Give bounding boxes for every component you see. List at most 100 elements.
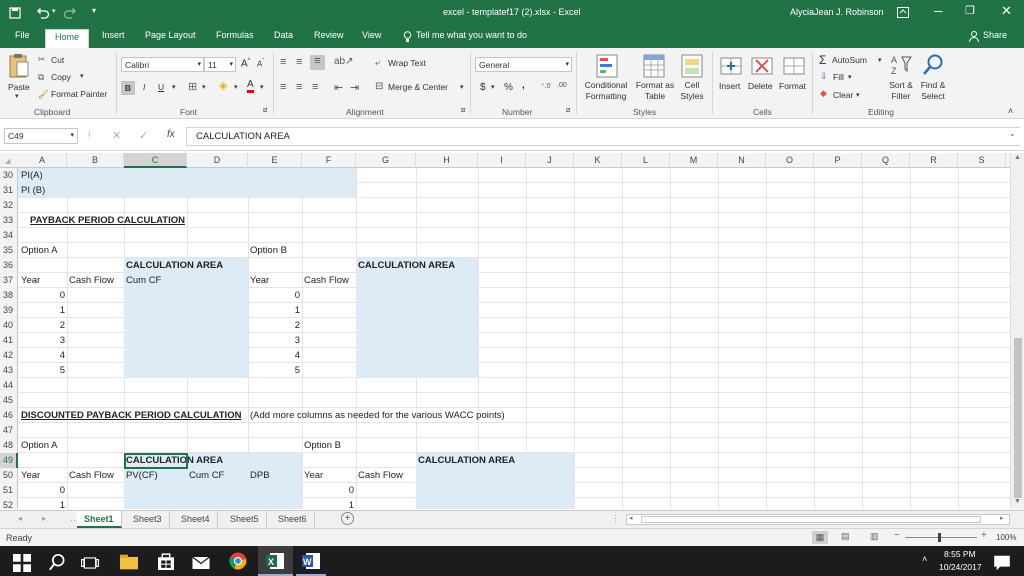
search-icon[interactable] — [48, 553, 66, 571]
row-header[interactable]: 39 — [0, 303, 18, 318]
cell-b37[interactable]: Cash Flow — [69, 273, 114, 288]
cell-e40[interactable]: 2 — [248, 318, 300, 333]
undo-dropdown-icon[interactable]: ▾ — [52, 7, 56, 15]
cell-a37[interactable]: Year — [21, 273, 40, 288]
cell-a39[interactable]: 1 — [18, 303, 65, 318]
dialog-launcher-icon[interactable]: ⧄ — [263, 107, 267, 115]
name-box[interactable]: C49 ▾ — [4, 128, 78, 144]
cell-styles-icon[interactable] — [681, 54, 703, 78]
redo-icon[interactable] — [63, 6, 77, 19]
user-name[interactable]: AlyciaJean J. Robinson — [790, 7, 884, 17]
normal-view-icon[interactable]: ▦ — [812, 531, 828, 544]
cell-e38[interactable]: 0 — [248, 288, 300, 303]
customize-quick-access-icon[interactable]: ▾ — [92, 6, 96, 15]
column-header[interactable]: P — [814, 153, 862, 168]
scroll-tabs-right-icon[interactable]: ▸ — [42, 514, 46, 523]
sheet-tab-sheet6[interactable]: Sheet6 — [271, 511, 315, 528]
eraser-icon[interactable]: ◆ — [820, 88, 827, 99]
cell-a43[interactable]: 5 — [18, 363, 65, 378]
top-align-icon[interactable]: ≡ — [280, 56, 286, 68]
delete-cells-icon[interactable] — [751, 54, 773, 78]
column-header[interactable]: N — [718, 153, 766, 168]
column-header[interactable]: F — [302, 153, 356, 168]
insert-cells-button[interactable]: Insert — [719, 81, 740, 91]
format-cells-button[interactable]: Format — [779, 81, 806, 91]
borders-dropdown-icon[interactable]: ▾ — [202, 83, 206, 91]
column-header[interactable]: I — [478, 153, 526, 168]
column-header[interactable]: R — [910, 153, 958, 168]
worksheet-grid[interactable]: 30 31 32 33 34 35 36 37 38 39 40 41 42 4… — [0, 168, 1010, 509]
column-header[interactable]: J — [526, 153, 574, 168]
cell-a50[interactable]: Year — [21, 468, 40, 483]
format-painter-icon[interactable]: 🖌 — [38, 89, 49, 100]
conditional-formatting-icon[interactable] — [596, 54, 618, 78]
cell-c36[interactable]: CALCULATION AREA — [126, 258, 223, 273]
horizontal-scrollbar[interactable]: ◂ ▸ — [626, 514, 1010, 525]
row-header[interactable]: 51 — [0, 483, 18, 498]
cell-b50[interactable]: Cash Flow — [69, 468, 114, 483]
increase-font-icon[interactable]: A^ — [241, 58, 251, 69]
mail-icon[interactable] — [192, 554, 210, 572]
cell-f51[interactable]: 0 — [302, 483, 354, 498]
row-header[interactable]: 43 — [0, 363, 18, 378]
page-layout-view-icon[interactable]: ▤ — [841, 531, 850, 542]
taskbar-time[interactable]: 8:55 PM — [944, 549, 976, 559]
notifications-icon[interactable] — [993, 554, 1011, 572]
cell-a33[interactable]: PAYBACK PERIOD CALCULATION — [30, 213, 185, 228]
cell-e50[interactable]: DPB — [250, 468, 270, 483]
zoom-in-icon[interactable]: + — [981, 530, 987, 541]
cell-e43[interactable]: 5 — [248, 363, 300, 378]
number-format-combo[interactable]: General ▾ — [475, 57, 572, 72]
scroll-thumb[interactable] — [1014, 338, 1022, 498]
fill-color-dropdown-icon[interactable]: ▾ — [234, 83, 238, 91]
cell-a41[interactable]: 3 — [18, 333, 65, 348]
format-as-table-icon[interactable] — [643, 54, 665, 78]
column-header[interactable]: K — [574, 153, 622, 168]
column-header[interactable]: M — [670, 153, 718, 168]
column-header[interactable]: O — [766, 153, 814, 168]
cancel-entry-icon[interactable]: ✕ — [112, 129, 121, 142]
delete-cells-button[interactable]: Delete — [748, 81, 773, 91]
clear-button[interactable]: Clear — [833, 90, 853, 100]
row-header[interactable]: 33 — [0, 213, 18, 228]
add-sheet-icon[interactable]: + — [341, 512, 354, 525]
scroll-left-icon[interactable]: ◂ — [629, 514, 633, 522]
decrease-decimal-icon[interactable]: .00 — [557, 82, 567, 89]
cell-d50[interactable]: Cum CF — [189, 468, 224, 483]
currency-dropdown-icon[interactable]: ▾ — [491, 83, 495, 91]
cell-f50[interactable]: Year — [304, 468, 323, 483]
column-header[interactable]: A — [18, 153, 67, 168]
scroll-tabs-left-icon[interactable]: ◂ — [18, 514, 22, 523]
cell-g50[interactable]: Cash Flow — [358, 468, 403, 483]
cell-a52[interactable]: 1 — [18, 498, 65, 509]
tab-review[interactable]: Review — [314, 30, 344, 40]
cell-f48[interactable]: Option B — [304, 438, 341, 453]
collapse-ribbon-icon[interactable]: ˄ — [1008, 106, 1013, 116]
cell-e35[interactable]: Option B — [250, 243, 287, 258]
windows-start-icon[interactable] — [13, 554, 31, 572]
font-color-icon[interactable]: A — [247, 80, 254, 93]
cut-button[interactable]: Cut — [51, 55, 64, 65]
borders-icon[interactable]: ⊞ — [188, 80, 197, 93]
decrease-font-icon[interactable]: Aˇ — [257, 59, 264, 69]
row-header[interactable]: 40 — [0, 318, 18, 333]
show-hidden-icons[interactable]: ˄ — [922, 554, 927, 564]
selected-cell-c49[interactable] — [124, 453, 188, 469]
save-icon[interactable] — [9, 7, 21, 19]
paste-dropdown-icon[interactable]: ▾ — [15, 92, 19, 100]
tab-data[interactable]: Data — [274, 30, 293, 40]
scroll-right-icon[interactable]: ▸ — [1000, 514, 1004, 522]
undo-icon[interactable] — [36, 6, 50, 19]
cell-a30[interactable]: PI(A) — [21, 168, 43, 183]
merge-center-icon[interactable]: ⊟ — [375, 81, 383, 92]
horizontal-scroll-thumb[interactable] — [641, 516, 981, 523]
task-view-icon[interactable] — [81, 554, 99, 572]
cell-a48[interactable]: Option A — [21, 438, 57, 453]
cell-h49[interactable]: CALCULATION AREA — [418, 453, 515, 468]
cell-e39[interactable]: 1 — [248, 303, 300, 318]
sheet-tab-sheet4[interactable]: Sheet4 — [174, 511, 218, 528]
cell-a46[interactable]: DISCOUNTED PAYBACK PERIOD CALCULATION — [21, 408, 241, 423]
bold-button[interactable]: B — [121, 81, 135, 95]
row-header[interactable]: 49 — [0, 453, 18, 468]
cell-c37[interactable]: Cum CF — [126, 273, 161, 288]
